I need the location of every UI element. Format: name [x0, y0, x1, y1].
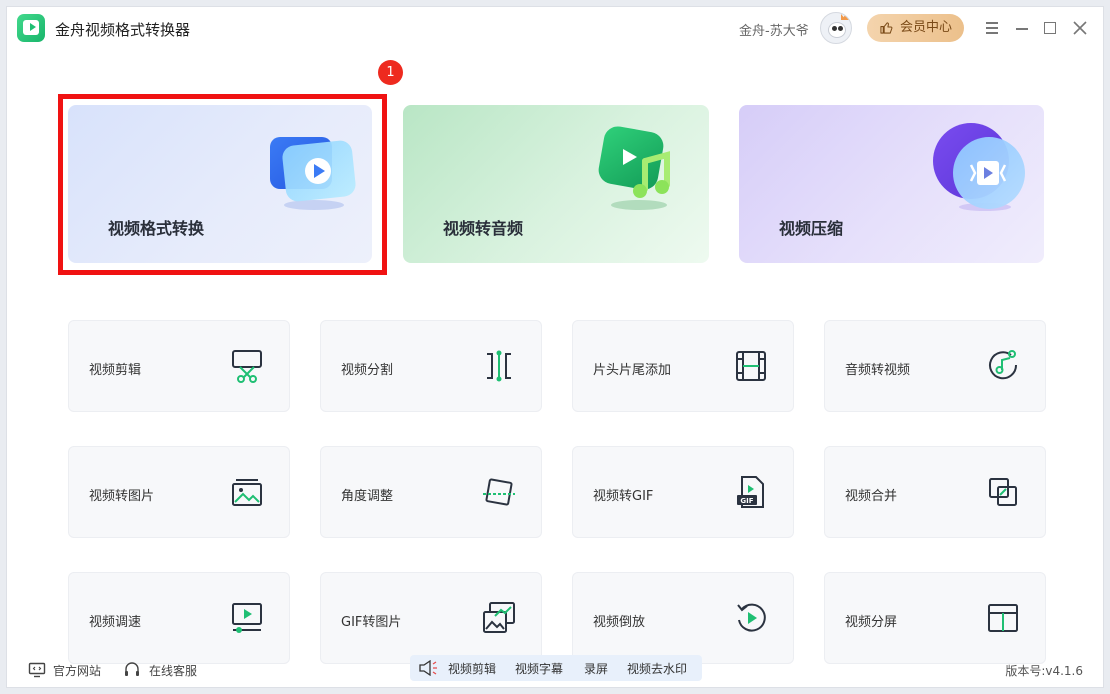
music-disc-icon — [989, 350, 1018, 380]
quick-link-video-edit[interactable]: 视频剪辑 — [448, 660, 496, 677]
quick-links-bar: 视频剪辑 视频字幕 录屏 视频去水印 — [410, 655, 702, 681]
app-window: 金舟视频格式转换器 金舟-苏大爷 会员中心 1 视频格式转换 视频转音频 视频压… — [6, 6, 1104, 688]
music-note-icon — [598, 126, 670, 210]
tool-label: 视频分屏 — [845, 615, 898, 630]
tool-gif-to-image[interactable]: GIF转图片 — [320, 572, 542, 664]
tool-video-speed[interactable]: 视频调速 — [68, 572, 290, 664]
tool-video-split[interactable]: 视频分割 — [320, 320, 542, 412]
tool-label: 角度调整 — [341, 489, 394, 504]
tool-intro-outro[interactable]: 片头片尾添加 — [572, 320, 794, 412]
tool-label: 视频调速 — [89, 615, 142, 630]
tool-label: GIF转图片 — [341, 615, 402, 630]
app-logo-icon — [17, 14, 45, 42]
speed-icon — [232, 603, 262, 633]
tool-video-reverse[interactable]: 视频倒放 — [572, 572, 794, 664]
svg-text:GIF: GIF — [740, 497, 753, 505]
official-website-link[interactable]: 官方网站 — [53, 662, 101, 679]
thumbs-up-icon — [880, 22, 893, 34]
merge-icon — [989, 478, 1017, 506]
rotate-frame-icon — [483, 478, 515, 506]
scissors-icon — [232, 350, 262, 383]
video-to-audio-card[interactable]: 视频转音频 — [403, 105, 709, 263]
menu-icon[interactable] — [981, 17, 1003, 39]
app-title: 金舟视频格式转换器 — [55, 21, 191, 39]
tool-video-edit[interactable]: 视频剪辑 — [68, 320, 290, 412]
vip-center-label: 会员中心 — [899, 20, 952, 35]
version-text: 版本号:v4.1.6 — [1005, 664, 1083, 678]
film-strip-icon — [736, 351, 766, 381]
tool-split-screen[interactable]: 视频分屏 — [824, 572, 1046, 664]
compress-icon — [933, 123, 1025, 211]
tool-label: 视频转图片 — [89, 489, 155, 504]
quick-link-screen-record[interactable]: 录屏 — [584, 660, 608, 677]
close-icon[interactable] — [1069, 17, 1091, 39]
tool-audio-to-video[interactable]: 音频转视频 — [824, 320, 1046, 412]
step-badge: 1 — [378, 60, 403, 85]
tool-angle-adjust[interactable]: 角度调整 — [320, 446, 542, 538]
footer-bar: 官方网站 在线客服 视频剪辑 视频字幕 录屏 视频去水印 版本号:v4.1.6 — [7, 653, 1103, 687]
title-bar: 金舟视频格式转换器 金舟-苏大爷 会员中心 — [7, 7, 1103, 51]
monitor-icon — [28, 662, 46, 678]
picture-icon — [483, 602, 515, 633]
gif-file-icon: GIF — [737, 476, 764, 508]
headset-icon — [125, 662, 139, 676]
tool-label: 片头片尾添加 — [593, 363, 672, 378]
card-label: 视频转音频 — [443, 219, 524, 238]
video-compress-card[interactable]: 视频压缩 — [739, 105, 1044, 263]
user-name[interactable]: 金舟-苏大爷 — [739, 20, 809, 39]
tool-video-merge[interactable]: 视频合并 — [824, 446, 1046, 538]
tool-label: 视频分割 — [341, 363, 394, 378]
minimize-icon[interactable] — [1011, 17, 1033, 39]
video-play-icon — [270, 137, 356, 210]
image-icon — [232, 479, 262, 506]
tool-label: 音频转视频 — [845, 363, 911, 378]
online-support-link[interactable]: 在线客服 — [149, 662, 197, 679]
avatar[interactable] — [820, 12, 852, 44]
reverse-play-icon — [737, 603, 766, 632]
video-format-convert-card[interactable]: 视频格式转换 — [68, 105, 372, 263]
quick-link-remove-watermark[interactable]: 视频去水印 — [627, 660, 687, 677]
split-icon — [487, 350, 511, 382]
vip-center-button[interactable]: 会员中心 — [867, 14, 964, 42]
tool-label: 视频倒放 — [593, 615, 646, 630]
quick-link-subtitles[interactable]: 视频字幕 — [515, 660, 563, 677]
tool-video-to-gif[interactable]: 视频转GIF GIF — [572, 446, 794, 538]
card-label: 视频压缩 — [779, 219, 844, 238]
tool-label: 视频转GIF — [593, 489, 654, 504]
maximize-icon[interactable] — [1039, 17, 1061, 39]
tool-video-to-image[interactable]: 视频转图片 — [68, 446, 290, 538]
tool-label: 视频合并 — [845, 489, 898, 504]
split-screen-icon — [988, 604, 1018, 632]
tool-label: 视频剪辑 — [89, 363, 142, 378]
megaphone-icon — [419, 660, 437, 676]
card-label: 视频格式转换 — [108, 219, 205, 238]
crown-icon — [841, 14, 850, 20]
